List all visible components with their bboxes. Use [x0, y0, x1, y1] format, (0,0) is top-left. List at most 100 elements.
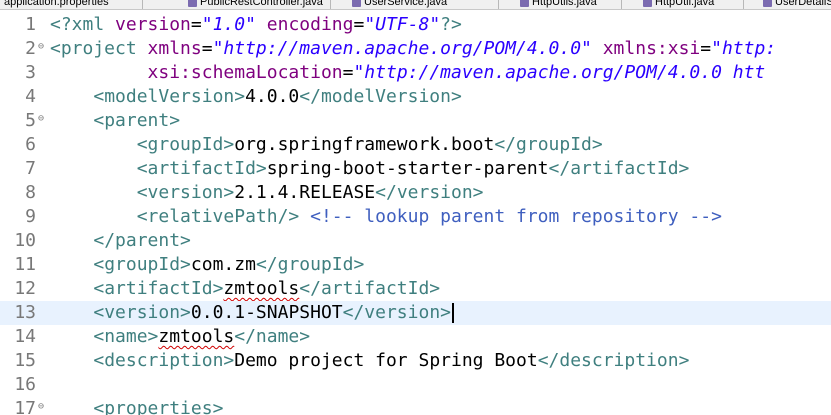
code-line[interactable]: 2 ⊖ <project xmlns="http://maven.apache.or… [0, 37, 831, 61]
token-tag: <relativePath/> [136, 206, 300, 227]
line-number: 17 [14, 398, 36, 415]
tab-label: UserService.java [364, 0, 448, 8]
tab-httputils-java[interactable]: HttpUtils.java [520, 0, 597, 9]
token-txt: 2.1.4.RELEASE [234, 182, 376, 203]
token-txt: = [342, 62, 354, 83]
tab-label: PublicRestController.java [200, 0, 323, 8]
code-line[interactable]: 7 <artifactId>spring-boot-starter-parent… [0, 157, 831, 181]
tab-label: application.properties [4, 0, 109, 8]
fold-toggle-icon[interactable]: ⊖ [38, 42, 46, 52]
line-number: 15 [14, 350, 36, 371]
token-txt: = [201, 38, 213, 59]
code-line[interactable]: 4 <modelVersion>4.0.0</modelVersion> [0, 85, 831, 109]
code-text: <description>Demo project for Spring Boo… [50, 349, 689, 373]
tab-publicrestcontroller-java[interactable]: PublicRestController.java [188, 0, 323, 9]
code-line[interactable]: 5 ⊖ <parent> [0, 109, 831, 133]
token-tag: <project [50, 38, 148, 59]
tab-application-properties[interactable]: application.properties [4, 0, 109, 9]
line-number: 8 [25, 182, 36, 203]
code-line[interactable]: 13 <version>0.0.1-SNAPSHOT</version> [0, 301, 831, 325]
token-attr: encoding [266, 14, 354, 35]
tab-httputil-java[interactable]: HttpUtil.java [643, 0, 714, 9]
token-tag: </name> [234, 326, 311, 347]
code-text: <groupId>org.springframework.boot</group… [50, 133, 603, 157]
code-text: </parent> [50, 229, 191, 253]
code-line[interactable]: 17 ⊖ <properties> [0, 397, 831, 415]
tab-separator [142, 0, 143, 9]
tab-label: UserDetailS [775, 0, 831, 8]
code-line[interactable]: 12 <artifactId>zmtools</artifactId> [0, 277, 831, 301]
code-line[interactable]: 9 <relativePath/> <!-- lookup parent fro… [0, 205, 831, 229]
token-txt: = [700, 38, 712, 59]
token-tag: <groupId> [93, 254, 191, 275]
token-val: "1.0" [201, 14, 256, 35]
token-tag: </groupId> [494, 134, 603, 155]
editor-tab-bar: application.properties PublicRestControll… [0, 0, 831, 10]
token-tag: </artifactId> [299, 278, 441, 299]
token-squig: zmtools [158, 326, 235, 347]
code-text: <modelVersion>4.0.0</modelVersion> [50, 85, 461, 109]
code-line[interactable]: 6 <groupId>org.springframework.boot</gro… [0, 133, 831, 157]
code-editor[interactable]: 1 <?xml version="1.0" encoding="UTF-8"?> 2… [0, 10, 831, 415]
line-number: 16 [14, 374, 36, 395]
line-number: 5 [25, 110, 36, 131]
token-val: "http://maven.apache.org/POM/4.0.0" [212, 38, 592, 59]
token-tag: </version> [342, 302, 451, 323]
code-text: <parent> [50, 109, 180, 133]
token-tag: <modelVersion> [93, 86, 246, 107]
token-pi: ?> [440, 14, 462, 35]
code-text: <?xml version="1.0" encoding="UTF-8"?> [50, 13, 462, 37]
token-attr: xmlns:xsi [602, 38, 701, 59]
token-attr: version [115, 14, 191, 35]
code-text: <groupId>com.zm</groupId> [50, 253, 364, 277]
token-tag: <name> [93, 326, 159, 347]
code-line[interactable]: 1 <?xml version="1.0" encoding="UTF-8"?> [0, 13, 831, 37]
code-line[interactable]: 16 [0, 373, 831, 397]
tab-userservice-java[interactable]: UserService.java [352, 0, 447, 9]
token-attr: xmlns [147, 38, 202, 59]
token-tag: <properties> [93, 398, 224, 415]
code-line[interactable]: 10 </parent> [0, 229, 831, 253]
code-text: xsi:schemaLocation="http://maven.apache.… [50, 61, 766, 85]
line-number: 10 [14, 230, 36, 251]
code-text: <version>0.0.1-SNAPSHOT</version> [50, 301, 454, 325]
token-pi: <?xml [50, 14, 116, 35]
line-number: 14 [14, 326, 36, 347]
token-tag: <description> [93, 350, 235, 371]
token-tag: <artifactId> [93, 278, 224, 299]
fold-toggle-icon[interactable]: ⊖ [38, 402, 46, 412]
token-txt: org.springframework.boot [234, 134, 495, 155]
line-number: 12 [14, 278, 36, 299]
code-line[interactable]: 15 <description>Demo project for Spring … [0, 349, 831, 373]
token-tag: </artifactId> [548, 158, 690, 179]
line-number: 4 [25, 86, 36, 107]
token-tag: </version> [375, 182, 484, 203]
tab-separator [621, 0, 622, 9]
fold-toggle-icon[interactable]: ⊖ [38, 114, 46, 124]
code-line[interactable]: 14 <name>zmtools</name> [0, 325, 831, 349]
token-val: "http://maven.apache.org/POM/4.0.0 htt [353, 62, 766, 83]
token-txt: com.zm [190, 254, 256, 275]
token-txt: 0.0.1-SNAPSHOT [190, 302, 343, 323]
line-number: 1 [25, 14, 36, 35]
token-attr: xsi:schemaLocation [147, 62, 343, 83]
line-number: 6 [25, 134, 36, 155]
token-tag: <artifactId> [136, 158, 267, 179]
token-txt: 4.0.0 [245, 86, 300, 107]
tab-userdetails[interactable]: UserDetailS [763, 0, 831, 9]
code-line[interactable]: 8 <version>2.1.4.RELEASE</version> [0, 181, 831, 205]
code-line[interactable]: 3 xsi:schemaLocation="http://maven.apach… [0, 61, 831, 85]
token-txt: spring-boot-starter-parent [266, 158, 549, 179]
code-line[interactable]: 11 <groupId>com.zm</groupId> [0, 253, 831, 277]
